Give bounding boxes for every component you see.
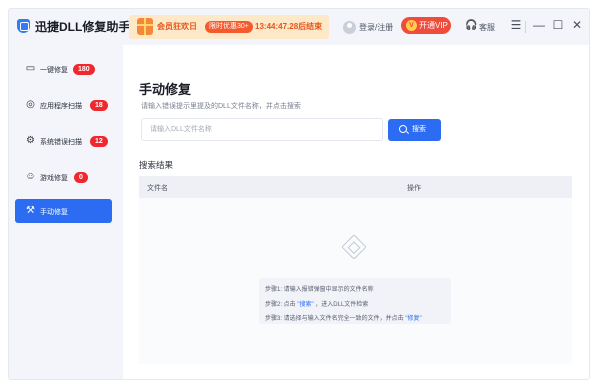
promo-countdown: 13:44:47.28后结束 bbox=[255, 22, 323, 31]
search-icon bbox=[399, 125, 407, 133]
promo-badge: 限时优惠30+ bbox=[205, 21, 253, 33]
sidebar-item-app-scan[interactable]: ◎ 应用程序扫描 18 bbox=[15, 93, 112, 117]
wrench-icon: ⚒ bbox=[26, 205, 35, 216]
app-logo-icon bbox=[17, 19, 30, 33]
count-badge: 18 bbox=[90, 100, 108, 111]
count-badge: 0 bbox=[74, 172, 88, 183]
step-2-search-link: "搜索" bbox=[297, 302, 314, 308]
step-2-text: 步骤2: 点击 "搜索" ，进入DLL文件检索 bbox=[265, 299, 368, 308]
column-header-filename: 文件名 bbox=[147, 185, 168, 192]
app-window: 迅捷DLL修复助手 会员狂欢日 限时优惠30+ 13:44:47.28后结束 登… bbox=[8, 8, 590, 380]
maximize-icon[interactable]: ☐ bbox=[551, 18, 565, 32]
sidebar-item-label: 一键修复 bbox=[40, 67, 68, 74]
sidebar-item-manual-repair[interactable]: ⚒ 手动修复 bbox=[15, 199, 112, 223]
step-3-text: 步骤3: 请选择与输入文件名完全一致的文件，并点击 "修复" bbox=[265, 313, 422, 322]
divider bbox=[525, 21, 526, 33]
sidebar: ▭ 一键修复 180 ◎ 应用程序扫描 18 ⚙ 系统错误扫描 12 ☺ 游戏修… bbox=[9, 45, 123, 379]
step-2-prefix: 步骤2: 点击 bbox=[265, 302, 296, 308]
close-icon[interactable]: ✕ bbox=[570, 18, 584, 32]
open-vip-button[interactable]: V 开通VIP bbox=[401, 17, 451, 34]
page-title: 手动修复 bbox=[139, 82, 192, 97]
sidebar-item-game-repair[interactable]: ☺ 游戏修复 0 bbox=[15, 165, 112, 189]
open-vip-label: 开通VIP bbox=[419, 21, 448, 30]
app-scan-icon: ◎ bbox=[26, 99, 35, 110]
page-description: 请输入错误提示里提及的DLL文件名称，并点击搜索 bbox=[141, 103, 301, 110]
title-bar: 迅捷DLL修复助手 会员狂欢日 限时优惠30+ 13:44:47.28后结束 登… bbox=[9, 9, 589, 45]
login-register-link[interactable]: 登录/注册 bbox=[359, 22, 393, 33]
count-badge: 180 bbox=[73, 64, 95, 75]
dll-search-input[interactable] bbox=[141, 118, 383, 141]
sidebar-item-system-error-scan[interactable]: ⚙ 系统错误扫描 12 bbox=[15, 129, 112, 153]
promo-text: 会员狂欢日 bbox=[157, 22, 197, 31]
sidebar-item-label: 应用程序扫描 bbox=[40, 103, 82, 110]
vip-icon: V bbox=[406, 20, 417, 31]
user-avatar-icon[interactable] bbox=[343, 21, 356, 34]
sidebar-item-one-click-repair[interactable]: ▭ 一键修复 180 bbox=[15, 57, 112, 81]
customer-service-link[interactable]: 客服 bbox=[479, 22, 495, 33]
monitor-icon: ▭ bbox=[25, 63, 36, 74]
results-table-header: 文件名 操作 bbox=[139, 176, 572, 198]
step-3-repair-link: "修复" bbox=[405, 316, 422, 322]
minimize-icon[interactable]: — bbox=[532, 18, 546, 32]
sidebar-item-label: 手动修复 bbox=[40, 209, 68, 216]
count-badge: 12 bbox=[90, 136, 108, 147]
step-3-prefix: 步骤3: 请选择与输入文件名完全一致的文件，并点击 bbox=[265, 316, 404, 322]
empty-box-icon bbox=[341, 234, 367, 260]
gamepad-icon: ☺ bbox=[25, 171, 36, 182]
gift-icon bbox=[137, 18, 153, 35]
sidebar-item-label: 游戏修复 bbox=[40, 175, 68, 182]
column-header-action: 操作 bbox=[407, 185, 421, 192]
step-2-suffix: ，进入DLL文件检索 bbox=[315, 302, 369, 308]
promo-banner[interactable]: 会员狂欢日 限时优惠30+ 13:44:47.28后结束 bbox=[129, 15, 329, 39]
gear-icon: ⚙ bbox=[26, 135, 35, 146]
headset-icon[interactable]: 🎧 bbox=[465, 20, 477, 31]
instruction-steps: 步骤1: 请输入报错弹窗中显示的文件名称 步骤2: 点击 "搜索" ，进入DLL… bbox=[259, 278, 451, 324]
sidebar-item-label: 系统错误扫描 bbox=[40, 139, 82, 146]
search-button-label: 搜索 bbox=[412, 126, 426, 133]
results-title: 搜索结果 bbox=[139, 160, 174, 170]
app-title: 迅捷DLL修复助手 bbox=[35, 20, 131, 34]
search-button[interactable]: 搜索 bbox=[388, 119, 441, 141]
results-table-body: 步骤1: 请输入报错弹窗中显示的文件名称 步骤2: 点击 "搜索" ，进入DLL… bbox=[139, 198, 572, 364]
menu-icon[interactable]: ☰ bbox=[509, 18, 523, 32]
step-1-text: 步骤1: 请输入报错弹窗中显示的文件名称 bbox=[265, 287, 374, 293]
main-panel: 手动修复 请输入错误提示里提及的DLL文件名称，并点击搜索 搜索 搜索结果 文件… bbox=[123, 45, 589, 379]
